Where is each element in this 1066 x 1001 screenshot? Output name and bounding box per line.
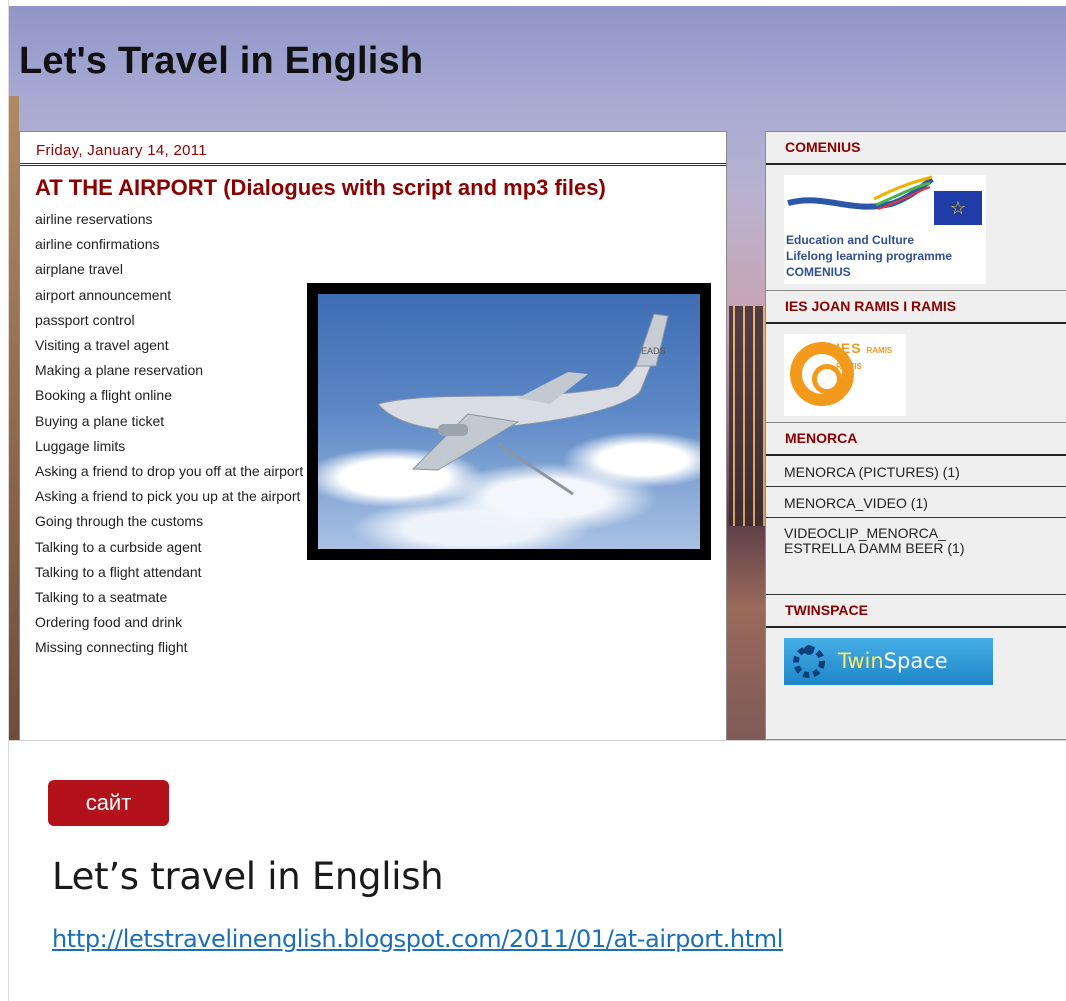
- post-date: Friday, January 14, 2011: [20, 132, 726, 166]
- list-item: Asking a friend to pick you up at the ai…: [35, 488, 301, 505]
- comenius-logo-caption: Education and Culture Lifelong learning …: [786, 233, 953, 279]
- blog-post: Friday, January 14, 2011 AT THE AIRPORT …: [19, 131, 727, 740]
- sidebar-heading-menorca: MENORCA: [766, 423, 1066, 456]
- list-item: Talking to a curbside agent: [35, 538, 202, 555]
- sidebar-heading-ies: IES JOAN RAMIS I RAMIS: [766, 291, 1066, 324]
- sidebar-link-menorca-pictures[interactable]: MENORCA (PICTURES) (1): [766, 456, 1066, 487]
- list-item: Talking to a flight attendant: [35, 563, 202, 580]
- ies-logo-block: IES RAMIS RAMIS: [766, 324, 1066, 423]
- topic-list: airline reservations airline confirmatio…: [20, 207, 310, 661]
- sidebar-link-menorca-video[interactable]: MENORCA_VIDEO (1): [766, 487, 1066, 518]
- airplane-image: EADS: [307, 283, 711, 560]
- category-tag[interactable]: сайт: [48, 780, 169, 826]
- sidebar-link-videoclip-menorca[interactable]: VIDEOCLIP_MENORCA_ ESTRELLA DAMM BEER (1…: [766, 518, 1066, 595]
- comenius-logo[interactable]: ☆ Education and Culture Lifelong learnin…: [784, 175, 986, 284]
- sidebar-heading-comenius: COMENIUS: [766, 132, 1066, 165]
- comenius-logo-block: ☆ Education and Culture Lifelong learnin…: [766, 165, 1066, 291]
- list-item: airline reservations: [35, 211, 153, 227]
- list-item: Making a plane reservation: [35, 362, 204, 379]
- list-item: Visiting a travel agent: [35, 337, 169, 354]
- eu-flag-icon: ☆: [934, 191, 982, 225]
- list-item: Luggage limits: [35, 437, 126, 454]
- resource-link[interactable]: http://letstravelinenglish.blogspot.com/…: [52, 925, 783, 953]
- sidebar: COMENIUS ☆ Education and Culture Lifelon…: [765, 131, 1066, 740]
- ies-logo-text: IES RAMIS RAMIS: [836, 340, 906, 372]
- twinspace-logo-b: Space: [883, 649, 948, 673]
- swoosh-icon: [787, 175, 934, 210]
- tail-text: EADS: [641, 346, 666, 356]
- twinspace-logo-text: TwinSpace: [838, 649, 948, 673]
- list-item: passport control: [35, 311, 135, 328]
- background-tower: [9, 96, 19, 740]
- list-item: Buying a plane ticket: [35, 412, 165, 429]
- twinspace-logo-a: Twin: [838, 649, 884, 673]
- resource-card: Let's Travel in English Friday, January …: [8, 0, 1066, 1001]
- list-item: Missing connecting flight: [35, 639, 188, 656]
- airplane-icon: EADS: [377, 313, 669, 496]
- people-gear-icon: [793, 645, 825, 678]
- sidebar-heading-twinspace: TWINSPACE: [766, 595, 1066, 628]
- list-item: Asking a friend to drop you off at the a…: [35, 463, 304, 480]
- list-item: Going through the customs: [35, 513, 204, 530]
- list-item: Talking to a seatmate: [35, 589, 168, 606]
- page-title: Let’s travel in English: [52, 855, 444, 898]
- list-item: Ordering food and drink: [35, 614, 183, 631]
- ies-logo-label: IES: [836, 340, 862, 356]
- list-item: airplane travel: [35, 261, 123, 278]
- twinspace-logo[interactable]: TwinSpace: [784, 638, 993, 685]
- list-item: airline confirmations: [35, 236, 160, 253]
- website-screenshot[interactable]: Let's Travel in English Friday, January …: [9, 6, 1066, 741]
- blog-title: Let's Travel in English: [19, 40, 424, 82]
- ies-logo[interactable]: IES RAMIS RAMIS: [784, 334, 906, 416]
- post-title: AT THE AIRPORT (Dialogues with script an…: [35, 175, 606, 200]
- list-item: Booking a flight online: [35, 387, 172, 404]
- list-item: airport announcement: [35, 286, 172, 303]
- twinspace-logo-block: TwinSpace: [766, 628, 1066, 691]
